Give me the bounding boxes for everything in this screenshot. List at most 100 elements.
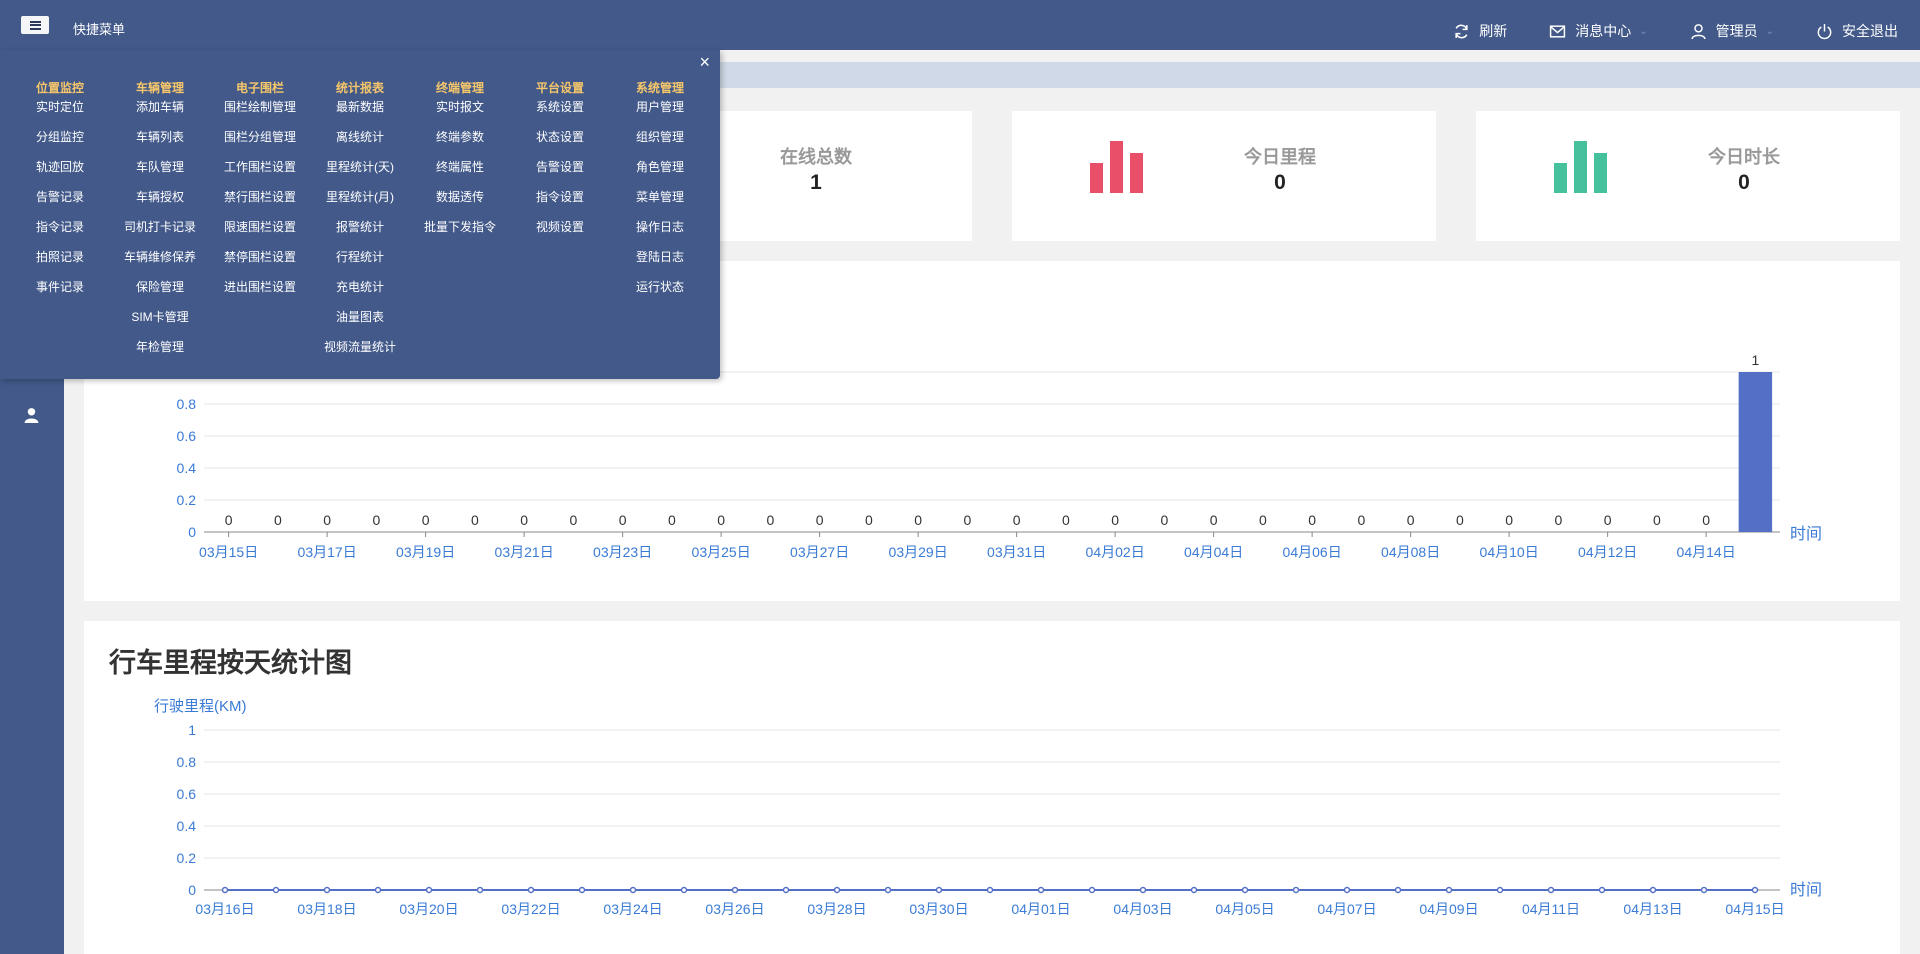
quick-menu-item[interactable]: 禁行围栏设置 bbox=[210, 190, 310, 220]
x-tick-label: 03月31日 bbox=[987, 544, 1046, 560]
quick-menu-item[interactable]: 实时报文 bbox=[410, 100, 510, 130]
quick-menu-item[interactable]: 告警记录 bbox=[10, 190, 110, 220]
quick-menu-item[interactable]: 司机打卡记录 bbox=[110, 220, 210, 250]
quick-menu-item[interactable]: 角色管理 bbox=[610, 160, 710, 190]
hamburger-icon bbox=[29, 20, 41, 30]
quick-menu-item[interactable]: 用户管理 bbox=[610, 100, 710, 130]
quick-menu-item[interactable]: 限速围栏设置 bbox=[210, 220, 310, 250]
quick-menu-item[interactable]: 终端属性 bbox=[410, 160, 510, 190]
data-point bbox=[680, 886, 688, 894]
x-tick-label: 03月16日 bbox=[195, 901, 254, 917]
quick-menu-column: 平台设置 系统设置 状态设置 告警设置 指令设置 视频设置 bbox=[510, 80, 610, 250]
quick-menu-item[interactable]: 里程统计(天) bbox=[310, 160, 410, 190]
x-axis-label: 时间 bbox=[1790, 881, 1822, 899]
quick-menu-item[interactable]: 状态设置 bbox=[510, 130, 610, 160]
quick-menu-item[interactable]: 事件记录 bbox=[10, 280, 110, 310]
user-icon[interactable] bbox=[23, 407, 40, 424]
logout-button[interactable]: 安全退出 bbox=[1816, 21, 1898, 41]
y-tick-label: 0 bbox=[188, 882, 196, 898]
quick-menu-item[interactable]: 系统设置 bbox=[510, 100, 610, 130]
quick-menu-item[interactable]: 保险管理 bbox=[110, 280, 210, 310]
stat-value: 0 bbox=[1274, 171, 1286, 194]
quick-menu-item[interactable]: 油量图表 bbox=[310, 310, 410, 340]
quick-menu-column-title: 位置监控 bbox=[35, 81, 84, 95]
y-tick-label: 1 bbox=[188, 722, 196, 738]
quick-menu-item[interactable]: 最新数据 bbox=[310, 100, 410, 130]
quick-menu-column: 系统管理 用户管理 组织管理 角色管理 菜单管理 操作日志 登陆日志 运行状态 bbox=[610, 80, 710, 310]
quick-menu-item[interactable]: 拍照记录 bbox=[10, 250, 110, 280]
data-point bbox=[884, 886, 892, 894]
user-menu-button[interactable]: 管理员 ⌄ bbox=[1690, 21, 1774, 41]
quick-menu-item[interactable]: 操作日志 bbox=[610, 220, 710, 250]
quick-menu-item[interactable]: 视频流量统计 bbox=[310, 340, 410, 370]
quick-menu-item[interactable]: 菜单管理 bbox=[610, 190, 710, 220]
quick-menu-item[interactable]: 车队管理 bbox=[110, 160, 210, 190]
quick-menu-item[interactable]: 终端参数 bbox=[410, 130, 510, 160]
messages-button[interactable]: 消息中心 ⌄ bbox=[1549, 21, 1648, 41]
logout-label: 安全退出 bbox=[1842, 23, 1898, 39]
quick-menu-item[interactable]: 车辆维修保养 bbox=[110, 250, 210, 280]
data-label: 0 bbox=[766, 512, 774, 528]
y-tick-label: 0.2 bbox=[177, 492, 197, 508]
data-point bbox=[1496, 886, 1504, 894]
quick-menu-item[interactable]: 添加车辆 bbox=[110, 100, 210, 130]
x-tick-label: 04月13日 bbox=[1623, 901, 1682, 917]
data-point bbox=[527, 886, 535, 894]
quick-menu-item[interactable]: 车辆授权 bbox=[110, 190, 210, 220]
data-point bbox=[425, 886, 433, 894]
data-label: 0 bbox=[865, 512, 873, 528]
x-tick-label: 04月06日 bbox=[1283, 544, 1342, 560]
quick-menu-item[interactable]: 行程统计 bbox=[310, 250, 410, 280]
quick-menu-item[interactable]: 年检管理 bbox=[110, 340, 210, 370]
quick-menu-item[interactable]: 禁停围栏设置 bbox=[210, 250, 310, 280]
data-point bbox=[1343, 886, 1351, 894]
quick-menu-column: 电子围栏 围栏绘制管理 围栏分组管理 工作围栏设置 禁行围栏设置 限速围栏设置 禁停围栏设置… bbox=[210, 80, 310, 310]
quick-menu-item[interactable]: 批量下发指令 bbox=[410, 220, 510, 250]
close-icon[interactable]: × bbox=[699, 52, 710, 72]
quick-menu-column: 终端管理 实时报文 终端参数 终端属性 数据透传 批量下发指令 bbox=[410, 80, 510, 250]
menu-toggle-button[interactable] bbox=[21, 16, 49, 34]
quick-menu-item[interactable]: 进出围栏设置 bbox=[210, 280, 310, 310]
quick-menu-item[interactable]: 充电统计 bbox=[310, 280, 410, 310]
data-point bbox=[1190, 886, 1198, 894]
quick-menu-item[interactable]: 离线统计 bbox=[310, 130, 410, 160]
x-tick-label: 04月03日 bbox=[1113, 901, 1172, 917]
quick-menu-item[interactable]: 车辆列表 bbox=[110, 130, 210, 160]
data-label: 0 bbox=[668, 512, 676, 528]
quick-menu-item[interactable]: 登陆日志 bbox=[610, 250, 710, 280]
quick-menu-item[interactable]: 报警统计 bbox=[310, 220, 410, 250]
stat-value: 1 bbox=[810, 171, 822, 194]
quick-menu-item[interactable]: SIM卡管理 bbox=[110, 310, 210, 340]
refresh-button[interactable]: 刷新 bbox=[1453, 21, 1507, 41]
refresh-label: 刷新 bbox=[1479, 23, 1508, 39]
quick-menu-item[interactable]: 运行状态 bbox=[610, 280, 710, 310]
quick-menu-item[interactable]: 指令设置 bbox=[510, 190, 610, 220]
top-actions: 刷新 消息中心 ⌄ 管理员 ⌄ 安全退出 bbox=[1411, 0, 1920, 62]
quick-menu-item[interactable]: 里程统计(月) bbox=[310, 190, 410, 220]
quick-menu-item[interactable]: 告警设置 bbox=[510, 160, 610, 190]
quick-menu-item[interactable]: 围栏绘制管理 bbox=[210, 100, 310, 130]
quick-menu-item[interactable]: 视频设置 bbox=[510, 220, 610, 250]
x-tick-label: 03月18日 bbox=[297, 901, 356, 917]
quick-menu-item[interactable]: 工作围栏设置 bbox=[210, 160, 310, 190]
data-point bbox=[1700, 886, 1708, 894]
y-tick-label: 0.8 bbox=[177, 754, 197, 770]
data-label: 0 bbox=[1702, 512, 1710, 528]
x-tick-label: 03月17日 bbox=[298, 544, 357, 560]
quick-menu-item[interactable]: 组织管理 bbox=[610, 130, 710, 160]
x-tick-label: 03月22日 bbox=[501, 901, 560, 917]
quick-menu-item[interactable]: 指令记录 bbox=[10, 220, 110, 250]
data-label: 0 bbox=[323, 512, 331, 528]
quick-menu-item[interactable]: 实时定位 bbox=[10, 100, 110, 130]
quick-menu-item[interactable]: 分组监控 bbox=[10, 130, 110, 160]
user-icon bbox=[1690, 23, 1706, 39]
data-label: 0 bbox=[1456, 512, 1464, 528]
quick-menu-item[interactable]: 轨迹回放 bbox=[10, 160, 110, 190]
x-tick-label: 03月29日 bbox=[889, 544, 948, 560]
quick-menu-column: 车辆管理 添加车辆 车辆列表 车队管理 车辆授权 司机打卡记录 车辆维修保养 保险管理 SIM卡… bbox=[110, 80, 210, 370]
quick-menu-item[interactable]: 围栏分组管理 bbox=[210, 130, 310, 160]
quick-menu-item[interactable]: 数据透传 bbox=[410, 190, 510, 220]
quick-menu-label[interactable]: 快捷菜单 bbox=[73, 19, 125, 38]
x-tick-label: 03月25日 bbox=[692, 544, 751, 560]
data-label: 0 bbox=[1013, 512, 1021, 528]
